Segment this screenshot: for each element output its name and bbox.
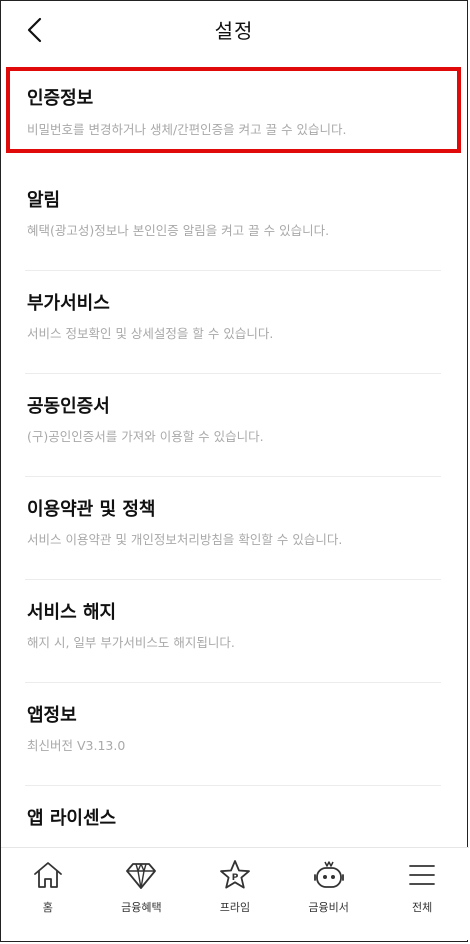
settings-item-notifications[interactable]: 알림 혜택(광고성)정보나 본인인증 알림을 켜고 끌 수 있습니다.	[1, 168, 467, 271]
settings-item-cancel-service[interactable]: 서비스 해지 해지 시, 일부 부가서비스도 해지됩니다.	[1, 580, 467, 683]
settings-item-auth-info[interactable]: 인증정보 비밀번호를 변경하거나 생체/간편인증을 켜고 끌 수 있습니다.	[1, 67, 467, 155]
settings-list: 인증정보 비밀번호를 변경하거나 생체/간편인증을 켜고 끌 수 있습니다. 알…	[1, 67, 467, 846]
nav-benefits[interactable]: 금융혜택	[95, 848, 189, 940]
nav-all[interactable]: 전체	[375, 848, 469, 940]
nav-financial-assistant[interactable]: 금융비서	[282, 848, 376, 940]
nav-label: 전체	[412, 901, 433, 914]
header: 설정	[1, 1, 467, 59]
settings-item-label: 앱정보	[27, 705, 77, 726]
nav-label: 홈	[42, 901, 53, 914]
home-icon	[33, 862, 62, 888]
settings-item-description: (구)공인인증서를 가져와 이용할 수 있습니다.	[27, 429, 264, 444]
settings-item-app-info[interactable]: 앱정보 최신버전 V3.13.0	[1, 683, 467, 786]
settings-item-extra-services[interactable]: 부가서비스 서비스 정보확인 및 상세설정을 할 수 있습니다.	[1, 271, 467, 374]
nav-label: 금융비서	[308, 901, 349, 914]
nav-prime[interactable]: P 프라임	[188, 848, 282, 940]
robot-icon	[313, 861, 344, 888]
nav-label: 금융혜택	[121, 901, 162, 914]
settings-item-label: 서비스 해지	[27, 602, 117, 623]
nav-home[interactable]: 홈	[1, 848, 95, 940]
settings-item-description: 비밀번호를 변경하거나 생체/간편인증을 켜고 끌 수 있습니다.	[27, 122, 347, 137]
bottom-navigation: 홈 금융혜택 P 프라임 금융비서 전체	[1, 847, 469, 940]
page-title: 설정	[214, 19, 254, 43]
settings-item-description: 최신버전 V3.13.0	[27, 738, 126, 753]
settings-item-label: 부가서비스	[27, 293, 110, 314]
svg-text:P: P	[232, 873, 239, 883]
settings-item-description: 서비스 이용약관 및 개인정보처리방침을 확인할 수 있습니다.	[27, 532, 343, 547]
settings-item-terms[interactable]: 이용약관 및 정책 서비스 이용약관 및 개인정보처리방침을 확인할 수 있습니…	[1, 477, 467, 580]
settings-item-label: 이용약관 및 정책	[27, 499, 156, 520]
settings-item-label: 공동인증서	[27, 396, 110, 417]
settings-item-certificate[interactable]: 공동인증서 (구)공인인증서를 가져와 이용할 수 있습니다.	[1, 374, 467, 477]
settings-item-description: 혜택(광고성)정보나 본인인증 알림을 켜고 끌 수 있습니다.	[27, 223, 330, 238]
app-frame: 설정 인증정보 비밀번호를 변경하거나 생체/간편인증을 켜고 끌 수 있습니다…	[0, 0, 469, 942]
star-p-icon: P	[220, 860, 250, 889]
settings-item-label: 알림	[27, 190, 61, 211]
settings-item-label: 앱 라이센스	[27, 808, 117, 829]
diamond-icon	[126, 863, 157, 889]
nav-label: 프라임	[219, 901, 251, 914]
settings-item-label: 인증정보	[27, 88, 94, 109]
settings-item-app-license[interactable]: 앱 라이센스	[1, 786, 467, 846]
menu-icon	[409, 865, 436, 885]
settings-item-description: 해지 시, 일부 부가서비스도 해지됩니다.	[27, 635, 235, 650]
settings-item-description: 서비스 정보확인 및 상세설정을 할 수 있습니다.	[27, 326, 274, 341]
